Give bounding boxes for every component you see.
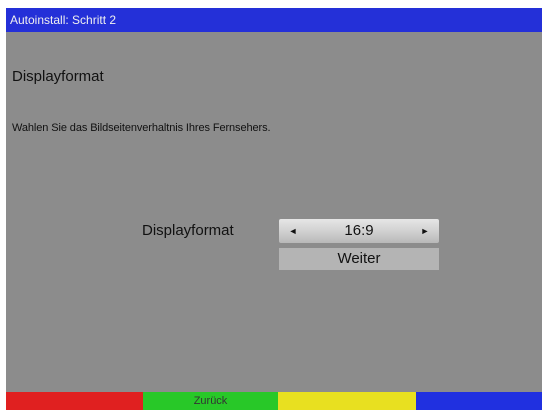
- blue-key-button[interactable]: [416, 392, 542, 410]
- displayformat-value: 16:9: [344, 222, 374, 239]
- displayformat-label: Displayformat: [142, 222, 234, 239]
- displayformat-selector[interactable]: ◄ 16:9 ►: [279, 219, 439, 243]
- arrow-right-icon[interactable]: ►: [415, 219, 435, 243]
- yellow-key-button[interactable]: [278, 392, 416, 410]
- green-key-button[interactable]: Zurück: [143, 392, 278, 410]
- instruction-text: Wahlen Sie das Bildseitenverhaltnis Ihre…: [12, 122, 271, 134]
- tv-menu-screen: Autoinstall: Schritt 2 Displayformat Wah…: [6, 8, 542, 410]
- color-key-bar: Zurück: [6, 392, 542, 410]
- red-key-button[interactable]: [6, 392, 143, 410]
- weiter-button[interactable]: Weiter: [279, 248, 439, 270]
- title-bar: Autoinstall: Schritt 2: [6, 8, 542, 32]
- page-heading: Displayformat: [12, 68, 104, 85]
- arrow-left-icon[interactable]: ◄: [283, 219, 303, 243]
